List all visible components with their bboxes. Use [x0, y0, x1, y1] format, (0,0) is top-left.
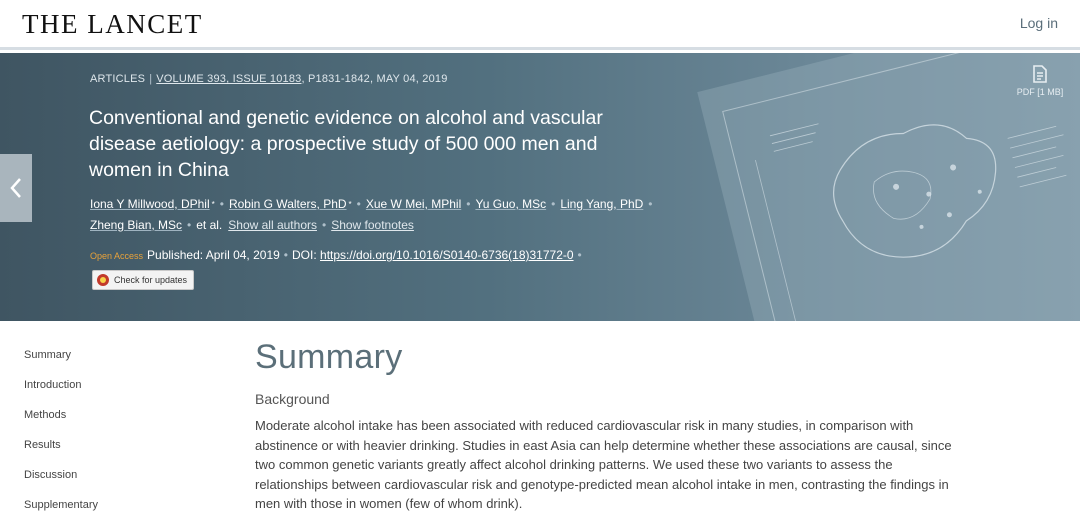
- author-separator: •: [187, 218, 192, 232]
- previous-article-button[interactable]: [0, 154, 32, 222]
- show-all-authors-link[interactable]: Show all authors: [228, 218, 317, 232]
- show-footnotes-link[interactable]: Show footnotes: [331, 218, 414, 232]
- meta-separator: |: [149, 73, 153, 85]
- section-nav: Summary Introduction Methods Results Dis…: [24, 340, 174, 515]
- crossmark-icon: [97, 274, 109, 286]
- background-paragraph: Moderate alcohol intake has been associa…: [255, 418, 952, 511]
- open-access-badge: Open Access: [90, 251, 144, 261]
- chevron-left-icon: [10, 178, 21, 198]
- author-separator: •: [321, 218, 327, 232]
- pdf-icon: [1033, 65, 1047, 83]
- article-banner: ARTICLES | VOLUME 393, ISSUE 10183, P1831-…: [0, 53, 1080, 321]
- author-separator: •: [466, 197, 471, 211]
- et-al: et al.: [196, 218, 223, 232]
- nav-item-introduction[interactable]: Introduction: [24, 370, 174, 400]
- login-link[interactable]: Log in: [1020, 15, 1058, 31]
- author-link[interactable]: Ling Yang, PhD: [560, 197, 643, 211]
- author-separator: •: [551, 197, 556, 211]
- published-date: Published: April 04, 2019: [147, 248, 280, 262]
- author-link[interactable]: Zheng Bian, MSc: [90, 218, 182, 232]
- nav-item-discussion[interactable]: Discussion: [24, 460, 174, 490]
- pdf-label: PDF [1 MB]: [1016, 87, 1064, 97]
- background-heading: Background: [255, 391, 330, 407]
- pages-date: , P1831-1842, MAY 04, 2019: [301, 73, 448, 85]
- nav-item-summary[interactable]: Summary: [24, 340, 174, 370]
- author-footnote-mark[interactable]: *: [349, 200, 352, 209]
- author-link[interactable]: Xue W Mei, MPhil: [366, 197, 461, 211]
- site-header: THE LANCET Log in: [0, 0, 1080, 50]
- publication-info: Open Access Published: April 04, 2019 • DOI…: [90, 248, 586, 262]
- pub-separator: •: [283, 248, 288, 262]
- author-separator: •: [648, 197, 653, 211]
- lancet-logo[interactable]: THE LANCET: [22, 9, 203, 40]
- author-separator: •: [219, 197, 224, 211]
- author-list: Iona Y Millwood, DPhil * • Robin G Walters,…: [90, 194, 690, 236]
- author-link[interactable]: Yu Guo, MSc: [475, 197, 546, 211]
- author-link[interactable]: Iona Y Millwood, DPhil: [90, 197, 210, 211]
- author-separator: •: [356, 197, 361, 211]
- article-title: Conventional and genetic evidence on alc…: [89, 107, 603, 181]
- main-content: Summary Background Moderate alcohol inta…: [255, 338, 965, 514]
- pdf-download-button[interactable]: PDF [1 MB]: [1010, 65, 1070, 97]
- doi-link[interactable]: https://doi.org/10.1016/S0140-6736(18)31…: [320, 248, 574, 262]
- author-link[interactable]: Robin G Walters, PhD: [229, 197, 347, 211]
- pub-separator: •: [577, 248, 582, 262]
- doi-label: DOI:: [292, 248, 317, 262]
- volume-issue-link[interactable]: VOLUME 393, ISSUE 10183: [156, 73, 301, 85]
- nav-item-methods[interactable]: Methods: [24, 400, 174, 430]
- nav-item-supplementary[interactable]: Supplementary: [24, 490, 174, 515]
- article-type: ARTICLES: [90, 73, 146, 85]
- check-for-updates-label: Check for updates: [114, 275, 188, 285]
- summary-heading: Summary: [255, 338, 403, 376]
- author-footnote-mark[interactable]: *: [212, 200, 215, 209]
- check-for-updates-button[interactable]: Check for updates: [92, 270, 195, 290]
- article-meta-line: ARTICLES | VOLUME 393, ISSUE 10183, P1831-…: [90, 73, 448, 85]
- nav-item-results[interactable]: Results: [24, 430, 174, 460]
